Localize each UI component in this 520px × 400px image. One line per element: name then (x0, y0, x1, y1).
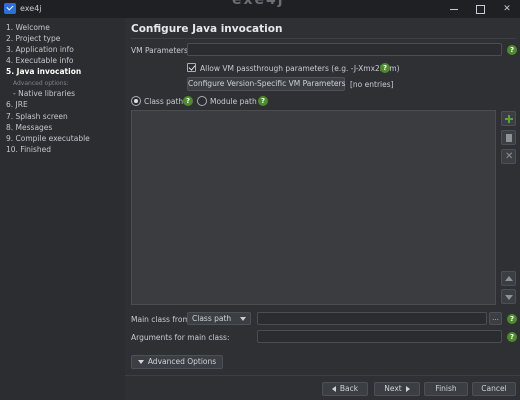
step-project-type[interactable]: 2. Project type (6, 34, 60, 43)
title-separator (131, 38, 516, 39)
watermark-title: exe4j (232, 0, 285, 8)
module-path-radio[interactable] (197, 96, 207, 106)
close-icon[interactable]: ✕ (500, 3, 514, 15)
chevron-right-icon (405, 386, 410, 392)
move-down-button[interactable] (501, 289, 516, 304)
wizard-steps-sidebar: 1. Welcome 2. Project type 3. Applicatio… (0, 18, 125, 400)
help-icon[interactable]: ? (380, 63, 390, 73)
chevron-down-icon (240, 317, 246, 321)
chevron-left-icon (331, 386, 336, 392)
step-application-info[interactable]: 3. Application info (6, 45, 74, 54)
move-up-icon (505, 276, 513, 281)
class-path-radio[interactable] (131, 96, 141, 106)
class-path-label[interactable]: Class path (144, 97, 183, 106)
main-class-source-value: Class path (192, 314, 232, 323)
finish-button[interactable]: Finish (424, 382, 468, 396)
allow-passthrough-checkbox[interactable] (187, 63, 196, 72)
vm-parameters-label: VM Parameters: (131, 46, 191, 55)
main-panel: Configure Java invocation VM Parameters:… (125, 18, 520, 400)
help-icon[interactable]: ? (258, 96, 268, 106)
step-native-libraries[interactable]: - Native libraries (13, 89, 75, 98)
remove-icon: ✕ (505, 151, 514, 162)
back-label: Back (339, 384, 359, 393)
next-label: Next (384, 384, 402, 393)
maximize-icon[interactable] (473, 3, 487, 15)
main-class-source-select[interactable]: Class path (187, 312, 251, 325)
class-path-list[interactable] (131, 110, 496, 305)
step-executable-info[interactable]: 4. Executable info (6, 56, 73, 65)
edit-button[interactable] (501, 130, 516, 145)
step-welcome[interactable]: 1. Welcome (6, 23, 50, 32)
module-path-label[interactable]: Module path (210, 97, 257, 106)
browse-main-class-button[interactable]: ... (489, 312, 502, 325)
app-icon (4, 3, 16, 14)
main-class-input[interactable] (257, 312, 487, 325)
vm-parameters-input[interactable] (187, 43, 502, 56)
chevron-down-icon (137, 360, 144, 364)
minimize-icon[interactable] (447, 3, 461, 15)
arguments-input[interactable] (257, 330, 502, 343)
help-icon[interactable]: ? (507, 45, 517, 55)
main-class-from-label: Main class from (131, 315, 190, 324)
step-jre[interactable]: 6. JRE (6, 100, 28, 109)
step-messages[interactable]: 8. Messages (6, 123, 52, 132)
help-icon[interactable]: ? (507, 332, 517, 342)
remove-button[interactable]: ✕ (501, 149, 516, 164)
footer-separator (125, 375, 520, 376)
configure-vm-parameters-button[interactable]: Configure Version-Specific VM Parameters (187, 77, 346, 91)
move-down-icon (505, 295, 513, 300)
no-entries-label: [no entries] (350, 80, 394, 89)
step-finished[interactable]: 10. Finished (6, 145, 51, 154)
allow-passthrough-label: Allow VM passthrough parameters (e.g. -J… (200, 64, 400, 73)
move-up-button[interactable] (501, 271, 516, 286)
arguments-label: Arguments for main class: (131, 333, 230, 342)
advanced-options-label: Advanced Options (147, 357, 217, 366)
page-title: Configure Java invocation (131, 23, 283, 35)
step-java-invocation[interactable]: 5. Java invocation (6, 67, 81, 76)
step-compile-executable[interactable]: 9. Compile executable (6, 134, 90, 143)
cancel-button[interactable]: Cancel (472, 382, 516, 396)
help-icon[interactable]: ? (507, 314, 517, 324)
next-button[interactable]: Next (374, 382, 420, 396)
title-bar: exe4j exe4j ✕ (0, 0, 520, 18)
edit-icon (506, 134, 512, 142)
advanced-options-button[interactable]: Advanced Options (131, 355, 223, 369)
window-title: exe4j (20, 4, 42, 13)
step-splash-screen[interactable]: 7. Splash screen (6, 112, 68, 121)
back-button[interactable]: Back (322, 382, 368, 396)
help-icon[interactable]: ? (183, 96, 193, 106)
advanced-options-heading: Advanced options: (13, 80, 69, 87)
add-button[interactable] (501, 111, 516, 126)
add-icon (505, 115, 513, 123)
